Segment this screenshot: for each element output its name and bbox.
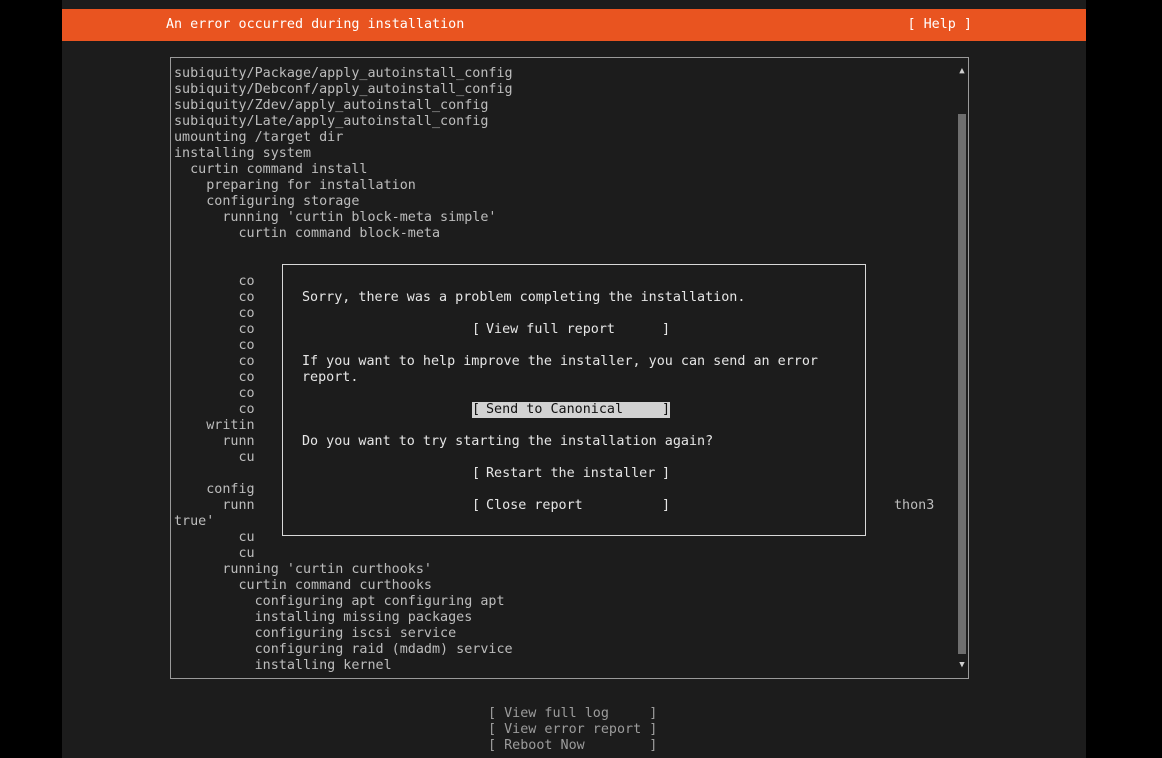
bracket-open: [ (472, 466, 481, 481)
log-line: configuring storage (174, 194, 360, 209)
error-dialog: Sorry, there was a problem completing th… (282, 264, 866, 536)
scroll-down-arrow-icon[interactable]: ▼ (957, 660, 967, 670)
log-line: runn (174, 434, 255, 449)
log-line: co (174, 402, 255, 417)
error-message: Sorry, there was a problem completing th… (302, 290, 746, 305)
log-line: installing kernel (174, 658, 392, 673)
log-line: subiquity/Package/apply_autoinstall_conf… (174, 66, 513, 81)
scrollbar-thumb[interactable] (958, 114, 966, 654)
help-improve-message-cont: report. (302, 370, 359, 385)
log-line: co (174, 338, 255, 353)
log-line: running 'curtin block-meta simple' (174, 210, 497, 225)
log-line: co (174, 274, 255, 289)
scroll-up-arrow-icon[interactable]: ▲ (957, 66, 967, 76)
log-line: configuring apt configuring apt (174, 594, 505, 609)
bracket-close: ] (661, 322, 670, 337)
log-line: writin (174, 418, 255, 433)
button-label: Send to Canonical (486, 402, 624, 417)
log-line: curtin command block-meta (174, 226, 441, 241)
restart-question: Do you want to try starting the installa… (302, 434, 714, 449)
log-line: installing missing packages (174, 610, 473, 625)
log-line: co (174, 354, 255, 369)
help-improve-message: If you want to help improve the installe… (302, 354, 818, 369)
log-line: curtin command install (174, 162, 368, 177)
button-label: Close report (486, 498, 583, 513)
log-line: subiquity/Late/apply_autoinstall_config (174, 114, 489, 129)
view-full-report-button[interactable]: [ View full report ] (472, 322, 670, 338)
log-line: cu (174, 530, 255, 545)
view-full-log-button[interactable]: [ View full log ] (488, 706, 657, 722)
log-line: running 'curtin curthooks' (174, 562, 432, 577)
bracket-open: [ (472, 498, 481, 513)
button-label: Restart the installer (486, 466, 656, 481)
log-line: installing system (174, 146, 312, 161)
log-line: co (174, 306, 255, 321)
view-error-report-button[interactable]: [ View error report ] (488, 722, 657, 738)
log-line: co (174, 370, 255, 385)
send-to-canonical-button[interactable]: [ Send to Canonical ] (472, 402, 670, 418)
log-line: configuring raid (mdadm) service (174, 642, 513, 657)
bracket-open: [ (472, 402, 481, 417)
bracket-close: ] (661, 466, 670, 481)
bracket-close: ] (661, 402, 670, 417)
bracket-open: [ (472, 322, 481, 337)
page-title: An error occurred during installation (166, 17, 465, 32)
log-line: configuring iscsi service (174, 626, 457, 641)
log-line: curtin command curthooks (174, 578, 432, 593)
log-line: true' (174, 514, 215, 529)
log-line: co (174, 290, 255, 305)
log-line: co (174, 322, 255, 337)
log-line: preparing for installation (174, 178, 416, 193)
log-line: config (174, 482, 255, 497)
button-label: View full report (486, 322, 615, 337)
log-line: subiquity/Debconf/apply_autoinstall_conf… (174, 82, 513, 97)
help-button[interactable]: [ Help ] (908, 17, 973, 33)
log-line-fragment: thon3 (894, 498, 935, 513)
log-line: umounting /target dir (174, 130, 344, 145)
restart-installer-button[interactable]: [ Restart the installer ] (472, 466, 670, 482)
log-line: subiquity/Zdev/apply_autoinstall_config (174, 98, 489, 113)
bracket-close: ] (661, 498, 670, 513)
log-scrollbar[interactable]: ▲ ▼ (957, 66, 967, 672)
log-line: co (174, 386, 255, 401)
header-bar: An error occurred during installation [ … (62, 9, 1086, 41)
log-line: runn (174, 498, 255, 513)
close-report-button[interactable]: [ Close report ] (472, 498, 670, 514)
reboot-now-button[interactable]: [ Reboot Now ] (488, 738, 657, 754)
log-line: cu (174, 450, 255, 465)
log-line: cu (174, 546, 255, 561)
